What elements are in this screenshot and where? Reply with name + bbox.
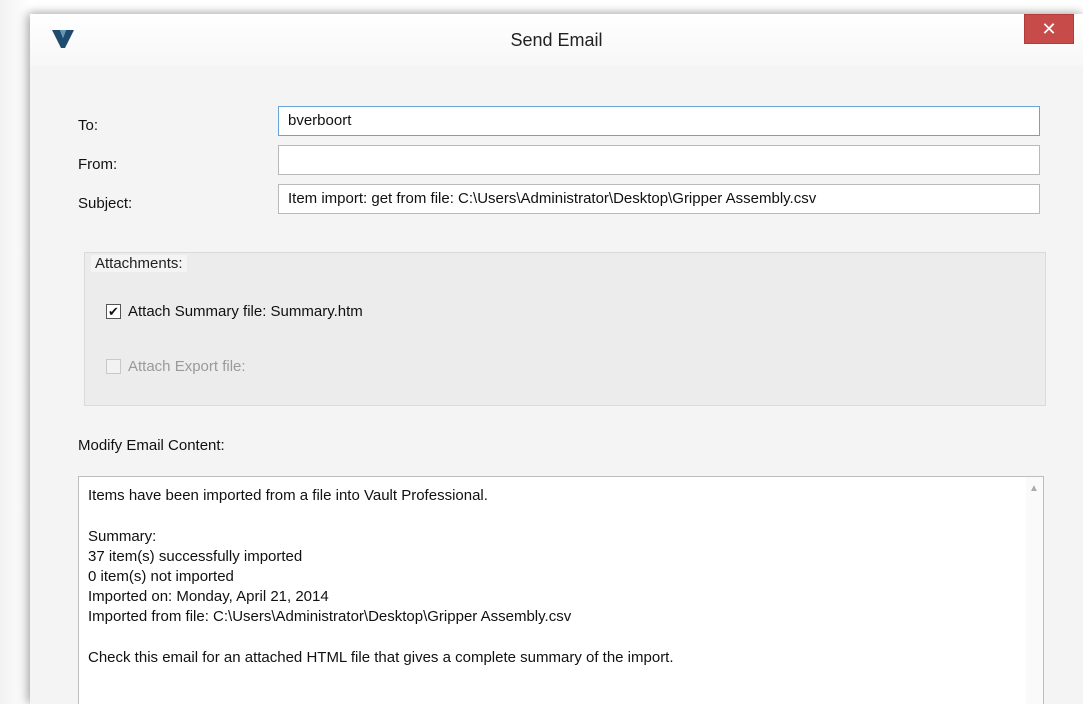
to-label: To: <box>78 117 99 134</box>
to-field[interactable]: bverboort <box>278 106 1040 136</box>
email-content-textarea[interactable]: Items have been imported from a file int… <box>78 476 1044 704</box>
checkmark-icon: ✔ <box>108 304 119 319</box>
attach-summary-label[interactable]: Attach Summary file: Summary.htm <box>128 303 363 320</box>
content-scrollbar[interactable]: ▲ <box>1026 477 1043 704</box>
content-line: Imported on: Monday, April 21, 2014 <box>88 588 329 605</box>
content-line: Imported from file: C:\Users\Administrat… <box>88 608 572 625</box>
window-title: Send Email <box>510 30 603 50</box>
title-bar: Send Email ✕ <box>30 14 1083 66</box>
scroll-up-arrow-icon[interactable]: ▲ <box>1029 483 1039 494</box>
content-line: Items have been imported from a file int… <box>88 487 488 504</box>
attachments-group <box>84 252 1046 406</box>
content-line: Summary: <box>88 528 157 545</box>
from-label: From: <box>78 156 118 173</box>
attach-export-label[interactable]: Attach Export file: <box>128 358 246 375</box>
attachments-title: Attachments: <box>91 255 187 272</box>
desktop-background <box>0 0 30 704</box>
email-content-title: Modify Email Content: <box>78 437 225 454</box>
subject-field[interactable]: Item import: get from file: C:\Users\Adm… <box>278 184 1040 214</box>
content-line: 0 item(s) not imported <box>88 568 234 585</box>
close-icon: ✕ <box>1041 19 1057 39</box>
from-field[interactable] <box>278 145 1040 175</box>
content-line: Check this email for an attached HTML fi… <box>88 649 674 666</box>
content-line: 37 item(s) successfully imported <box>88 548 303 565</box>
attach-summary-checkbox[interactable]: ✔ <box>106 304 121 319</box>
close-button[interactable]: ✕ <box>1024 14 1074 44</box>
subject-label: Subject: <box>78 195 133 212</box>
send-email-dialog: Send Email ✕ To: bverboort From: Subject… <box>30 14 1083 704</box>
attach-export-checkbox[interactable] <box>106 359 121 374</box>
